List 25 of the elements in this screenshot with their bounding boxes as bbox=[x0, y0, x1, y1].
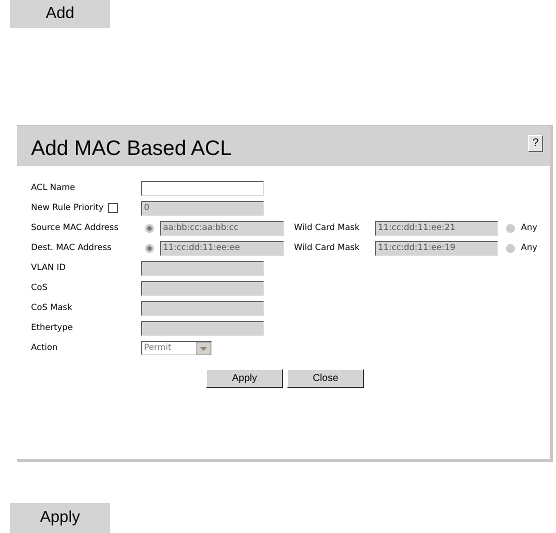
radio-button[interactable] bbox=[145, 224, 154, 232]
field-label: VLAN ID bbox=[31, 263, 66, 273]
help-button[interactable]: ? bbox=[528, 134, 543, 152]
field-label: CoS bbox=[31, 283, 48, 293]
radio-label: Any bbox=[521, 243, 538, 253]
field-label: Ethertype bbox=[31, 323, 73, 333]
add-button[interactable]: Add bbox=[10, 0, 110, 28]
radio-label: Any bbox=[521, 223, 538, 233]
radio-button[interactable] bbox=[145, 244, 154, 252]
field-label: Action bbox=[31, 343, 58, 353]
radio-button[interactable] bbox=[506, 244, 515, 252]
field-label: Source MAC Address bbox=[31, 223, 118, 233]
field-label: Wild Card Mask bbox=[294, 243, 361, 253]
input-field[interactable] bbox=[141, 180, 264, 196]
radio-button[interactable] bbox=[506, 224, 515, 232]
field-label: ACL Name bbox=[31, 183, 76, 193]
field-label: CoS Mask bbox=[31, 303, 72, 313]
apply-button[interactable]: Apply bbox=[206, 369, 283, 388]
dialog-title: Add MAC Based ACL bbox=[31, 137, 232, 161]
dropdown-arrow-icon bbox=[196, 342, 211, 354]
close-button[interactable]: Close bbox=[287, 369, 364, 388]
field-label: Wild Card Mask bbox=[294, 223, 361, 233]
field-label: New Rule Priority bbox=[31, 203, 104, 213]
apply-button[interactable]: Apply bbox=[10, 503, 110, 533]
field-label: Dest. MAC Address bbox=[31, 243, 112, 253]
